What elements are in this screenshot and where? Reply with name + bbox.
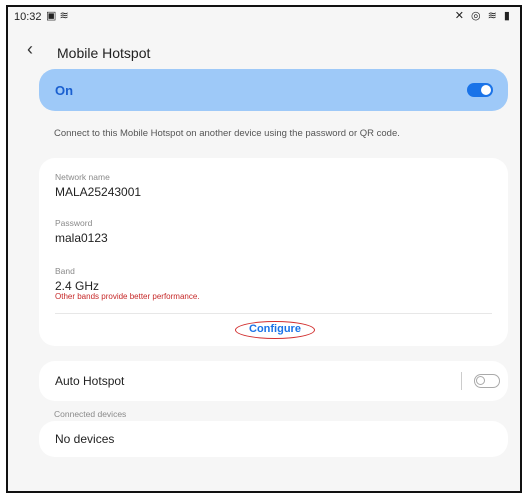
- auto-hotspot-toggle[interactable]: [474, 374, 500, 388]
- divider: [461, 372, 462, 390]
- configure-button[interactable]: Configure: [235, 321, 315, 339]
- auto-hotspot-row[interactable]: Auto Hotspot: [39, 361, 508, 401]
- connected-devices-list: No devices: [39, 421, 508, 457]
- password-label: Password: [55, 218, 93, 228]
- network-name-label: Network name: [55, 172, 110, 182]
- divider: [55, 313, 492, 314]
- status-bar: 10:32 ▣ ≋ ✕ ◎ ≋ ▮: [8, 7, 520, 27]
- no-devices-label: No devices: [55, 432, 115, 446]
- app-header: ‹ Mobile Hotspot: [8, 33, 520, 67]
- page-title: Mobile Hotspot: [57, 45, 151, 61]
- network-name-value[interactable]: MALA25243001: [55, 185, 141, 199]
- hotspot-state-label: On: [55, 83, 74, 98]
- hotspot-settings-card: Network name MALA25243001 Password mala0…: [39, 158, 508, 346]
- notification-icons: ▣ ≋: [46, 10, 69, 22]
- hotspot-master-switch[interactable]: On: [39, 69, 508, 111]
- connected-devices-heading: Connected devices: [54, 409, 127, 419]
- status-time: 10:32: [14, 11, 42, 23]
- auto-hotspot-label: Auto Hotspot: [55, 374, 125, 388]
- band-label: Band: [55, 266, 75, 276]
- password-value[interactable]: mala0123: [55, 231, 108, 245]
- device-screen: 10:32 ▣ ≋ ✕ ◎ ≋ ▮ ‹ Mobile Hotspot On Co…: [6, 5, 522, 493]
- hotspot-toggle[interactable]: [467, 83, 493, 97]
- band-value[interactable]: 2.4 GHz: [55, 279, 99, 293]
- system-status-icons: ✕ ◎ ≋ ▮: [454, 10, 512, 22]
- hotspot-description: Connect to this Mobile Hotspot on anothe…: [54, 128, 400, 139]
- band-warning: Other bands provide better performance.: [55, 292, 200, 301]
- back-icon[interactable]: ‹: [27, 39, 33, 60]
- toggle-knob-icon: [476, 376, 485, 385]
- toggle-knob-icon: [481, 85, 491, 95]
